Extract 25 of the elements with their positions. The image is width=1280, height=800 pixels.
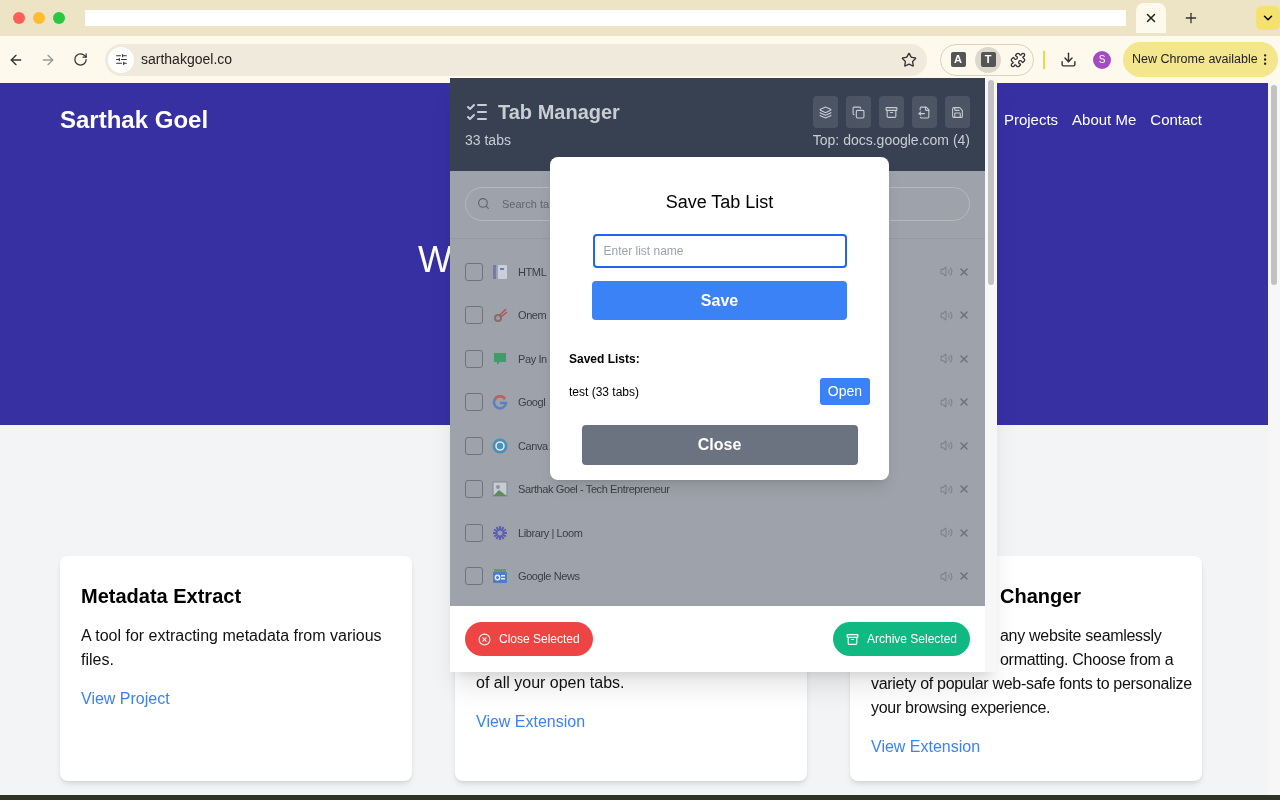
card-description: any website seamlessly — [1000, 626, 1162, 646]
tab-title: Library | Loom — [518, 525, 583, 541]
card-description: of all your open tabs. — [476, 673, 625, 693]
tab-title: Pay In — [518, 351, 547, 367]
card-description: A tool for extracting metadata from various files. — [81, 626, 383, 670]
tab-title: Google News — [518, 569, 580, 584]
site-title: Sarthak Goel — [60, 105, 209, 135]
tab-title: Sarthak Goel - Tech Entrepreneur — [518, 482, 670, 497]
card-title: Metadata Extract — [81, 584, 242, 609]
card-description: your browsing experience. — [871, 698, 1051, 718]
address-text: sarthakgoel.co — [141, 50, 233, 69]
tab-count: 33 tabs — [465, 131, 511, 150]
tab-title: HTML — [518, 264, 547, 280]
top-domain: Top: docs.google.com (4) — [812, 131, 970, 150]
dialog-title: Save Tab List — [665, 191, 774, 214]
hero-heading: W — [418, 238, 452, 282]
saved-lists-heading: Saved Lists: — [569, 351, 640, 368]
saved-list-name: test (33 tabs) — [569, 383, 640, 401]
tab-title: Onem — [518, 308, 547, 323]
tab-title: Googl — [518, 395, 546, 410]
card-title: Changer — [1000, 584, 1082, 609]
card-description: variety of popular web-safe fonts to personalize — [871, 674, 1192, 694]
card-description: ormatting. Choose from a — [1000, 650, 1174, 670]
tab-title: Canva — [518, 438, 548, 454]
popup-title: Tab Manager — [498, 100, 620, 125]
